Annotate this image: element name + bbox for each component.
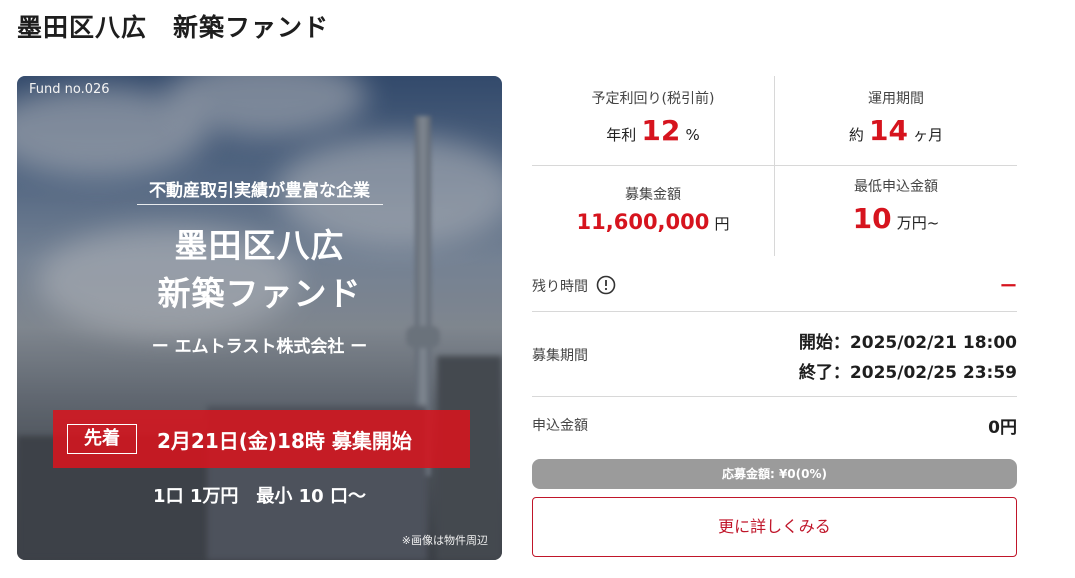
fund-number: Fund no.026 <box>29 82 110 97</box>
stat-period-suffix: ヶ月 <box>913 126 944 144</box>
stat-amount-value: 11,600,000 円 <box>532 210 774 234</box>
hero-start-date: 2月21日(金)18時 募集開始 <box>157 429 412 453</box>
hero-title: 墨田区八広 新築ファンド <box>17 222 502 318</box>
hero-unit-info: 1口 1万円 最小 10 口〜 <box>153 486 366 507</box>
stat-period-label: 運用期間 <box>868 91 924 107</box>
remaining-time-text: 残り時間 <box>532 279 588 295</box>
more-details-button[interactable]: 更に詳しくみる <box>532 497 1017 557</box>
recruit-period-end: 終了：2025/02/25 23:59 <box>798 363 1017 383</box>
hero-title-line1: 墨田区八広 <box>174 226 345 265</box>
stat-yield: 予定利回り(税引前) 年利 12 % <box>532 88 774 147</box>
stat-yield-label: 予定利回り(税引前) <box>591 91 715 107</box>
row-divider <box>532 396 1017 397</box>
stat-minimum: 最低申込金額 10 万円~ <box>775 176 1017 235</box>
fund-hero-image[interactable]: Fund no.026 不動産取引実績が豊富な企業 墨田区八広 新築ファンド ー… <box>17 76 502 560</box>
progress-text: 応募金額: ¥0(0%) <box>721 467 828 481</box>
stat-amount-suffix: 円 <box>714 215 730 233</box>
remaining-time-label: 残り時間 <box>532 275 616 296</box>
stat-yield-prefix: 年利 <box>606 126 637 144</box>
stat-period-value: 約 14 ヶ月 <box>775 114 1017 147</box>
first-come-badge: 先着 <box>67 424 137 454</box>
stat-minimum-value: 10 万円~ <box>775 202 1017 235</box>
application-progress-bar: 応募金額: ¥0(0%) <box>532 459 1017 489</box>
stat-minimum-label: 最低申込金額 <box>854 179 938 195</box>
applied-amount-value: 0円 <box>988 418 1017 438</box>
stat-minimum-number: 10 <box>852 202 892 235</box>
stat-yield-number: 12 <box>641 114 681 147</box>
stat-amount-label: 募集金額 <box>625 187 681 203</box>
stat-amount-number: 11,600,000 <box>576 210 710 234</box>
stat-yield-value: 年利 12 % <box>532 114 774 147</box>
stat-period-prefix: 約 <box>848 126 864 144</box>
stats-divider <box>532 165 1017 166</box>
stat-amount: 募集金額 11,600,000 円 <box>532 184 774 234</box>
page-title: 墨田区八広 新築ファンド <box>17 13 330 42</box>
recruit-period-label: 募集期間 <box>532 348 588 364</box>
remaining-time-value: ー <box>1000 277 1017 297</box>
recruit-period-start: 開始：2025/02/21 18:00 <box>798 333 1017 353</box>
stat-minimum-suffix: 万円~ <box>896 214 940 232</box>
hero-title-line2: 新築ファンド <box>157 274 362 313</box>
hero-subtitle: 不動産取引実績が豊富な企業 <box>149 181 370 201</box>
clock-icon <box>597 275 616 295</box>
stat-yield-suffix: % <box>685 126 700 144</box>
image-note: ※画像は物件周辺 <box>401 534 488 547</box>
stat-period-number: 14 <box>869 114 908 147</box>
stat-period: 運用期間 約 14 ヶ月 <box>775 88 1017 147</box>
hero-company: ー エムトラスト株式会社 ー <box>151 337 368 357</box>
applied-amount-label: 申込金額 <box>532 418 588 434</box>
row-divider <box>532 311 1017 312</box>
hero-divider <box>137 204 383 205</box>
